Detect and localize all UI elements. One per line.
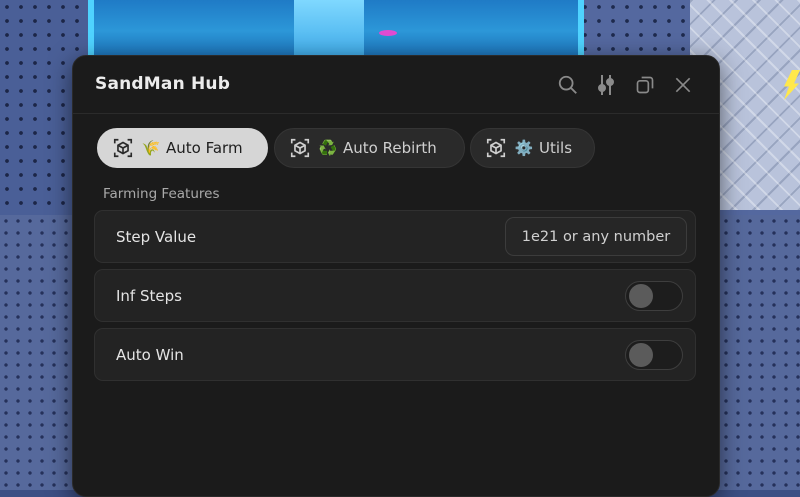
sliders-icon	[598, 75, 614, 95]
window-title: SandMan Hub	[95, 74, 231, 94]
neon-portal	[88, 0, 584, 62]
titlebar[interactable]: SandMan Hub	[73, 56, 719, 114]
auto-win-row: Auto Win	[94, 328, 696, 381]
recycle-icon: ♻️	[318, 139, 338, 157]
search-button[interactable]	[555, 72, 581, 98]
toggle-knob	[629, 284, 653, 308]
minimize-button[interactable]	[632, 72, 658, 98]
close-icon	[675, 77, 691, 93]
cube-icon	[289, 137, 311, 159]
gear-icon: ⚙️	[514, 139, 534, 157]
search-icon	[558, 75, 577, 94]
step-value-input[interactable]	[505, 217, 687, 256]
tab-label: Utils	[539, 139, 573, 157]
tab-label: Auto Rebirth	[343, 139, 437, 157]
tab-auto-farm[interactable]: 🌾 Auto Farm	[97, 128, 268, 168]
tab-utils[interactable]: ⚙️ Utils	[470, 128, 595, 168]
minimize-icon	[636, 76, 654, 94]
close-button[interactable]	[670, 72, 696, 98]
inf-steps-row: Inf Steps	[94, 269, 696, 322]
cube-icon	[485, 137, 507, 159]
settings-button[interactable]	[593, 72, 619, 98]
wheat-icon: 🌾	[141, 139, 161, 157]
hub-window: SandMan Hub 🌾 Auto Farm ♻️ Auto Rebirth …	[72, 55, 720, 497]
auto-win-toggle[interactable]	[625, 340, 683, 370]
tab-auto-rebirth[interactable]: ♻️ Auto Rebirth	[274, 128, 465, 168]
cube-icon	[112, 137, 134, 159]
tab-label: Auto Farm	[166, 139, 243, 157]
inf-steps-toggle[interactable]	[625, 281, 683, 311]
section-title: Farming Features	[103, 186, 220, 202]
step-value-row: Step Value	[94, 210, 696, 263]
row-label: Inf Steps	[116, 287, 182, 305]
toggle-knob	[629, 343, 653, 367]
row-label: Auto Win	[116, 346, 184, 364]
row-label: Step Value	[116, 228, 197, 246]
